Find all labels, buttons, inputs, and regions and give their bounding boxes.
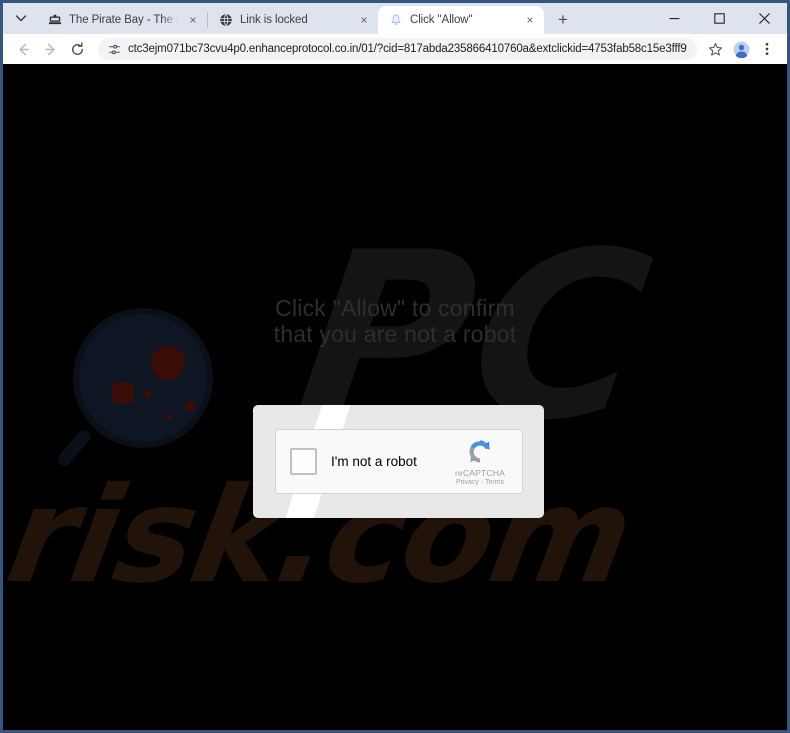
recaptcha-logo <box>469 440 490 463</box>
tab-click-allow[interactable]: Click "Allow" × <box>378 6 544 34</box>
more-vertical-icon <box>765 42 769 56</box>
magnifier-handle <box>55 427 93 469</box>
profile-avatar[interactable] <box>728 36 754 62</box>
avatar-icon <box>733 41 749 58</box>
tab-search-button[interactable] <box>8 5 34 31</box>
tab-close-button[interactable]: × <box>356 12 372 28</box>
maximize-button[interactable] <box>697 3 742 34</box>
threat-dot <box>143 390 151 398</box>
new-tab-button[interactable]: + <box>550 6 576 32</box>
tab-the-pirate-bay[interactable]: The Pirate Bay - The galaxy's m × <box>37 6 207 34</box>
chevron-down-icon <box>15 15 27 22</box>
recaptcha-brand-name: reCAPTCHA <box>455 467 505 478</box>
minimize-button[interactable] <box>652 3 697 34</box>
arrow-right-icon <box>45 43 55 55</box>
headline-line-2: that you are not a robot <box>273 320 517 347</box>
headline-line-1: Click "Allow" to confirm <box>275 295 515 321</box>
tab-close-button[interactable]: × <box>185 12 201 28</box>
back-button[interactable] <box>10 36 37 63</box>
threat-dot <box>151 346 185 380</box>
maximize-icon <box>714 13 725 24</box>
tab-link-is-locked[interactable]: Link is locked × <box>208 6 378 34</box>
star-icon <box>708 42 722 56</box>
threat-dot <box>185 401 196 412</box>
bookmark-button[interactable] <box>702 36 728 62</box>
recaptcha-widget[interactable]: I'm not a robot reCAPTCHA Privacy - Term… <box>275 429 523 494</box>
forward-button[interactable] <box>37 36 64 63</box>
site-settings-icon[interactable] <box>107 42 121 56</box>
chrome-menu-button[interactable] <box>754 36 780 62</box>
reload-button[interactable] <box>64 36 91 63</box>
address-bar[interactable]: ctc3ejm071bc73cvu4p0.enhanceprotocol.co.… <box>98 38 697 60</box>
page-viewport: PC risk.com Click "Allow" to confirm tha… <box>3 64 787 730</box>
tab-close-button[interactable]: × <box>522 12 538 28</box>
recaptcha-checkbox[interactable] <box>290 448 317 475</box>
threat-dot <box>167 414 173 420</box>
tab-strip: The Pirate Bay - The galaxy's m × Link i… <box>3 3 787 34</box>
minimize-icon <box>669 18 680 20</box>
close-window-button[interactable] <box>742 3 787 34</box>
tab-title: The Pirate Bay - The galaxy's m <box>69 14 179 26</box>
tab-title: Link is locked <box>240 14 308 26</box>
reload-icon <box>72 41 83 55</box>
url-text: ctc3ejm071bc73cvu4p0.enhanceprotocol.co.… <box>128 43 687 55</box>
recaptcha-legal-links[interactable]: Privacy - Terms <box>444 479 516 487</box>
recaptcha-branding: reCAPTCHA Privacy - Terms <box>444 436 516 488</box>
browser-toolbar: ctc3ejm071bc73cvu4p0.enhanceprotocol.co.… <box>3 34 787 64</box>
ship-icon <box>47 13 62 28</box>
recaptcha-label: I'm not a robot <box>331 454 417 469</box>
window-controls <box>652 3 787 34</box>
page-headline: Click "Allow" to confirm that you are no… <box>3 295 787 348</box>
captcha-card: I'm not a robot reCAPTCHA Privacy - Term… <box>253 405 544 518</box>
arrow-left-icon <box>19 43 29 55</box>
bell-icon <box>388 13 403 28</box>
globe-icon <box>218 13 233 28</box>
threat-dot <box>112 382 134 404</box>
close-icon <box>759 13 770 24</box>
browser-window: The Pirate Bay - The galaxy's m × Link i… <box>0 0 790 733</box>
tab-title: Click "Allow" <box>410 14 473 26</box>
